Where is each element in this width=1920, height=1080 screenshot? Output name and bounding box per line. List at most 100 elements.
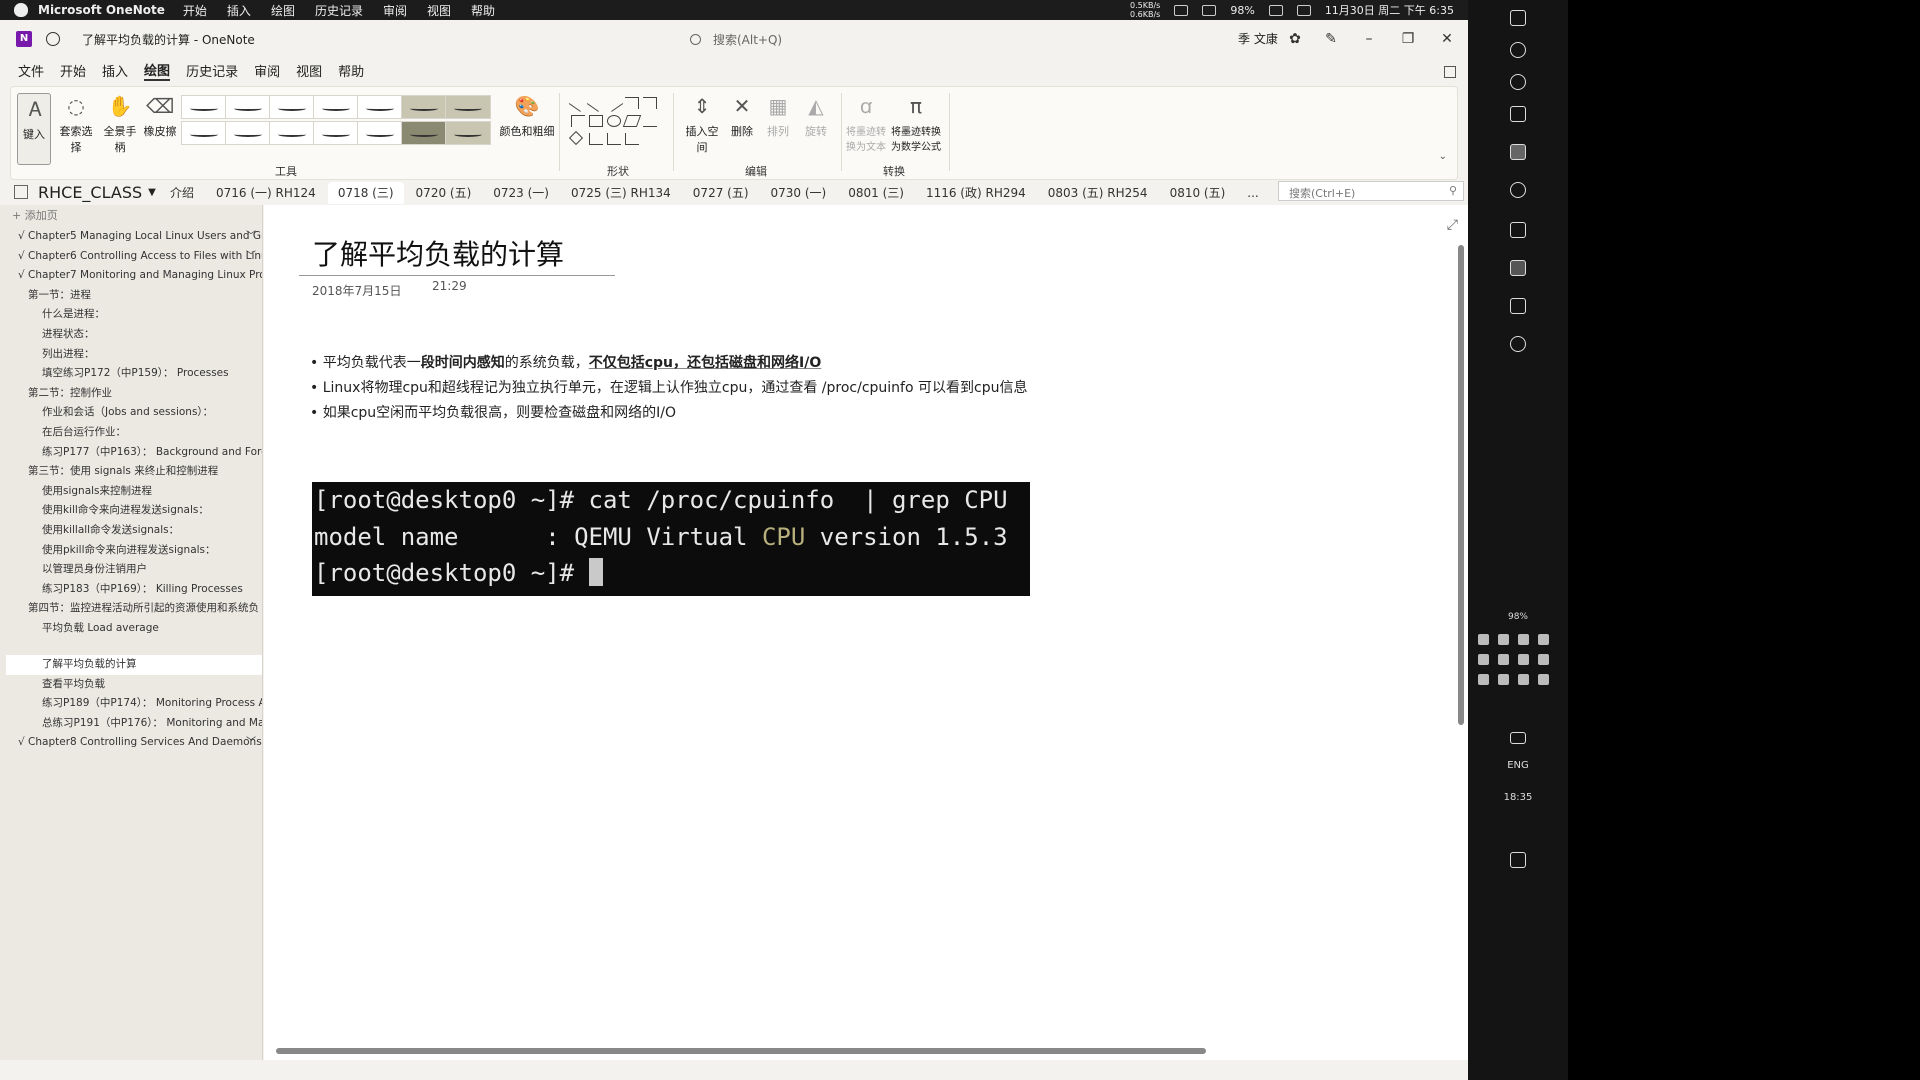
onenote-tray-icon[interactable]: [1518, 654, 1529, 665]
page-item[interactable]: 第二节：控制作业: [0, 384, 262, 404]
page-item[interactable]: 以管理员身份注销用户: [0, 560, 262, 580]
note-bullets[interactable]: 平均负载代表一段时间内感知的系统负载，不仅包括cpu，还包括磁盘和网络I/O L…: [310, 352, 1028, 427]
highlighter-2[interactable]: [445, 95, 491, 119]
double-arrow-shape-icon[interactable]: [604, 94, 624, 112]
arrow-shape-icon[interactable]: [586, 94, 606, 112]
highlighter-3[interactable]: [401, 121, 447, 145]
tab-view[interactable]: 视图: [296, 61, 322, 80]
page-title[interactable]: 了解平均负载的计算: [312, 233, 564, 273]
highlighter-4[interactable]: [445, 121, 491, 145]
mac-menu-history[interactable]: 历史记录: [315, 2, 363, 19]
ink-to-math-button[interactable]: π 将墨迹转换为数学公式: [889, 93, 943, 153]
type-button[interactable]: Ꭺ 键入: [17, 93, 51, 165]
page-item[interactable]: 查看平均负载: [0, 675, 262, 695]
horizontal-scrollbar[interactable]: [276, 1048, 1206, 1054]
lasso-select-button[interactable]: ◌ 套索选择: [55, 93, 97, 155]
page-item[interactable]: √ Chapter8 Controlling Services And Daem…: [0, 733, 262, 753]
page-item[interactable]: 练习P189（中P174）： Monitoring Process A: [0, 694, 262, 714]
section-tab[interactable]: 0810 (五): [1160, 182, 1236, 204]
page-item[interactable]: 列出进程：: [0, 345, 262, 365]
keyboard-icon[interactable]: [1510, 732, 1526, 744]
page-item[interactable]: 使用kill命令来向进程发送signals：: [0, 501, 262, 521]
pen-icon[interactable]: ✎: [1320, 28, 1342, 50]
axis-shape-icon[interactable]: [589, 133, 603, 145]
back-icon[interactable]: [46, 32, 60, 46]
page-item[interactable]: 练习P177（中P163）： Background and Fore: [0, 443, 262, 463]
pen-7[interactable]: [225, 121, 271, 145]
page-search-input[interactable]: 搜索(Ctrl+E) ⚲: [1278, 181, 1464, 201]
wifi-icon[interactable]: [1202, 4, 1217, 16]
recycle-icon[interactable]: [1478, 674, 1489, 685]
page-item[interactable]: 总练习P191（中P176）： Monitoring and Ma: [0, 714, 262, 734]
page-item[interactable]: √ Chapter5 Managing Local Linux Users an…: [0, 227, 262, 247]
pen-5[interactable]: [357, 95, 403, 119]
taskbar-battery[interactable]: 98%: [1468, 612, 1568, 622]
insert-space-button[interactable]: ⇕ 插入空间: [681, 93, 723, 155]
section-tab[interactable]: 0725 (三) RH134: [561, 182, 681, 204]
page-item[interactable]: 在后台运行作业：: [0, 423, 262, 443]
delete-button[interactable]: ✕ 删除: [727, 93, 757, 139]
collapse-ribbon-icon[interactable]: ⌄: [1439, 151, 1447, 162]
pen-4[interactable]: [313, 95, 359, 119]
vertical-scrollbar[interactable]: [1458, 245, 1464, 725]
mac-menu-view[interactable]: 视图: [427, 2, 451, 19]
add-page-button[interactable]: + 添加页: [0, 205, 262, 227]
expand-icon[interactable]: ⤢: [1447, 217, 1458, 233]
page-item[interactable]: 第四节：监控进程活动所引起的资源使用和系统负: [0, 599, 262, 619]
rotate-button[interactable]: ◭ 旋转: [801, 93, 831, 139]
page-item[interactable]: 使用pkill命令来向进程发送signals：: [0, 541, 262, 561]
windows-start-icon[interactable]: [1510, 10, 1526, 26]
bullet-2[interactable]: Linux将物理cpu和超线程记为独立执行单元，在逻辑上认作独立cpu，通过查看…: [310, 377, 1028, 397]
parallelogram-shape-icon[interactable]: [622, 115, 642, 127]
axis3-shape-icon[interactable]: [625, 133, 639, 145]
grid-icon[interactable]: [1538, 654, 1549, 665]
mac-menu-review[interactable]: 审阅: [383, 2, 407, 19]
todo-icon[interactable]: [1510, 222, 1526, 238]
avatar[interactable]: ✿: [1284, 28, 1306, 50]
elbow2-shape-icon[interactable]: [643, 97, 657, 109]
pan-button[interactable]: ✋ 全景手柄: [99, 93, 141, 155]
sticky-notes-icon[interactable]: [1444, 66, 1456, 78]
notification-icon[interactable]: [1510, 852, 1526, 868]
section-tab[interactable]: 0801 (三): [838, 182, 914, 204]
arrange-button[interactable]: ▦ 排列: [763, 93, 793, 139]
mac-menu-draw[interactable]: 绘图: [271, 2, 295, 19]
section-tab[interactable]: 0730 (一): [761, 182, 837, 204]
tab-help[interactable]: 帮助: [338, 61, 364, 80]
browser-icon[interactable]: [1510, 182, 1526, 198]
battery-icon[interactable]: [1268, 4, 1283, 16]
headset-icon[interactable]: [1538, 634, 1549, 645]
pen-6[interactable]: [181, 121, 227, 145]
menubar-clock[interactable]: 11月30日 周二 下午 6:35: [1325, 2, 1454, 18]
search-tray-icon[interactable]: [1518, 674, 1529, 685]
close-button[interactable]: ✕: [1436, 28, 1458, 50]
restore-button[interactable]: ❐: [1397, 28, 1419, 50]
rectangle-shape-icon[interactable]: [589, 115, 603, 127]
mac-menu-start[interactable]: 开始: [183, 2, 207, 19]
page-item[interactable]: 练习P183（中P169）： Killing Processes: [0, 580, 262, 600]
page-item[interactable]: 填空练习P172（中P159）： Processes: [0, 364, 262, 384]
page-item-selected[interactable]: 了解平均负载的计算: [6, 655, 262, 675]
color-thickness-button[interactable]: 🎨 颜色和粗细: [499, 93, 555, 139]
elbow-shape-icon[interactable]: [625, 97, 639, 109]
section-tab-current[interactable]: 0718 (三): [327, 182, 404, 204]
section-tab[interactable]: 0720 (五): [406, 182, 482, 204]
section-tab[interactable]: 1116 (政) RH294: [916, 182, 1036, 204]
bullet-1[interactable]: 平均负载代表一段时间内感知的系统负载，不仅包括cpu，还包括磁盘和网络I/O: [310, 352, 1027, 372]
bullet-3[interactable]: 如果cpu空闲而平均负载很高，则要检查磁盘和网络的I/O: [310, 402, 1027, 422]
spotlight-icon[interactable]: [1296, 4, 1311, 16]
line-shape-icon[interactable]: [568, 94, 588, 112]
corner-shape-icon[interactable]: [571, 115, 585, 127]
pen-2[interactable]: [225, 95, 271, 119]
more-sections-button[interactable]: ...: [1237, 182, 1268, 204]
tab-home[interactable]: 开始: [60, 61, 86, 80]
page-item[interactable]: 进程状态：: [0, 325, 262, 345]
user-name[interactable]: 季 文康: [1238, 30, 1278, 47]
app-name[interactable]: Microsoft OneNote: [38, 3, 165, 17]
mac-menu-insert[interactable]: 插入: [227, 2, 251, 19]
ellipse-shape-icon[interactable]: [607, 115, 621, 127]
section-tab[interactable]: 介绍: [160, 182, 204, 204]
section-tab[interactable]: 0803 (五) RH254: [1038, 182, 1158, 204]
mac-menu-help[interactable]: 帮助: [471, 2, 495, 19]
page-item[interactable]: 第一节：进程: [0, 286, 262, 306]
